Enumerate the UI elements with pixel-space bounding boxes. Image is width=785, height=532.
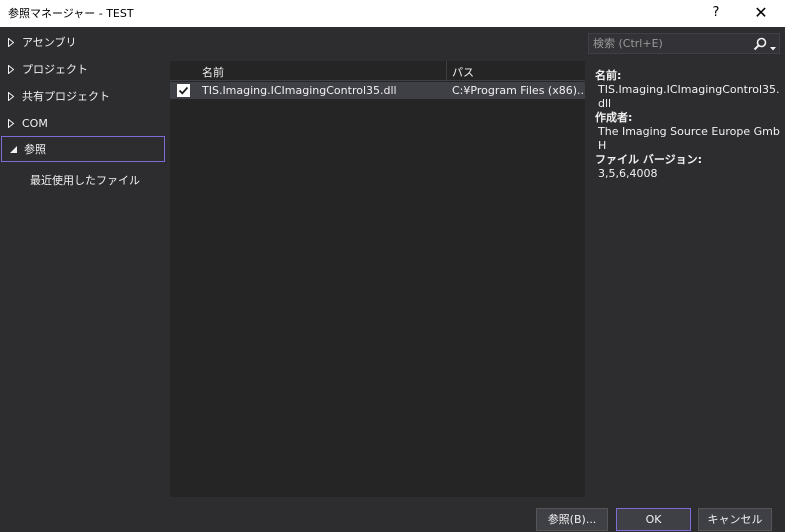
reference-list[interactable]: 名前 パス TIS.Imaging.ICImagingControl35.dll… bbox=[170, 61, 585, 497]
column-header-path[interactable]: パス bbox=[452, 64, 474, 80]
list-header: 名前 パス bbox=[170, 61, 585, 81]
nav-item-label: 共有プロジェクト bbox=[22, 90, 110, 103]
column-header-name[interactable]: 名前 bbox=[202, 64, 224, 80]
expand-arrow-icon[interactable] bbox=[0, 91, 22, 101]
cancel-button[interactable]: キャンセル bbox=[698, 508, 772, 531]
browse-button[interactable]: 参照(B)... bbox=[536, 508, 608, 531]
reference-path: C:¥Program Files (x86)... bbox=[452, 84, 584, 97]
search-box[interactable] bbox=[588, 33, 780, 54]
ok-button[interactable]: OK bbox=[616, 508, 691, 531]
table-row[interactable]: TIS.Imaging.ICImagingControl35.dll C:¥Pr… bbox=[170, 82, 585, 99]
expand-arrow-icon[interactable] bbox=[0, 64, 22, 74]
help-button[interactable]: ? bbox=[706, 3, 726, 23]
details-pane: 名前: TIS.Imaging.ICImagingControl35.dll 作… bbox=[595, 69, 781, 181]
nav-item-label: プロジェクト bbox=[22, 63, 88, 76]
expand-arrow-icon[interactable] bbox=[0, 37, 22, 47]
search-input[interactable] bbox=[593, 36, 743, 51]
nav-item-com[interactable]: COM bbox=[0, 110, 164, 136]
nav-item-label: アセンブリ bbox=[22, 36, 77, 49]
reference-name: TIS.Imaging.ICImagingControl35.dll bbox=[202, 84, 397, 97]
detail-name-label: 名前: bbox=[595, 69, 622, 82]
column-divider[interactable] bbox=[446, 61, 447, 81]
collapse-arrow-icon[interactable] bbox=[2, 145, 24, 154]
detail-name-value: TIS.Imaging.ICImagingControl35.dll bbox=[598, 83, 780, 110]
nav-item-label: COM bbox=[22, 116, 48, 130]
nav-item-browse[interactable]: 参照 bbox=[1, 136, 165, 162]
search-options-dropdown-icon[interactable] bbox=[770, 41, 776, 54]
nav-item-projects[interactable]: プロジェクト bbox=[0, 56, 164, 82]
window-title: 参照マネージャー - TEST bbox=[8, 7, 134, 20]
nav-item-assemblies[interactable]: アセンブリ bbox=[0, 29, 164, 55]
category-nav: アセンブリ プロジェクト 共有プロジェクト COM 参照 最近使用したファイル bbox=[0, 27, 168, 497]
expand-arrow-icon[interactable] bbox=[0, 118, 22, 128]
close-button[interactable]: ✕ bbox=[748, 2, 774, 24]
nav-item-shared-projects[interactable]: 共有プロジェクト bbox=[0, 83, 164, 109]
detail-version-value: 3,5,6,4008 bbox=[598, 167, 658, 180]
nav-item-label: 参照 bbox=[24, 143, 46, 156]
include-checkbox[interactable] bbox=[177, 84, 190, 97]
search-icon[interactable] bbox=[753, 37, 767, 54]
detail-author-value: The Imaging Source Europe GmbH bbox=[598, 125, 780, 152]
detail-version-label: ファイル バージョン: bbox=[595, 153, 703, 166]
title-bar: 参照マネージャー - TEST ? ✕ bbox=[0, 0, 785, 27]
nav-item-recent-files[interactable]: 最近使用したファイル bbox=[30, 172, 140, 190]
detail-author-label: 作成者: bbox=[595, 111, 633, 124]
